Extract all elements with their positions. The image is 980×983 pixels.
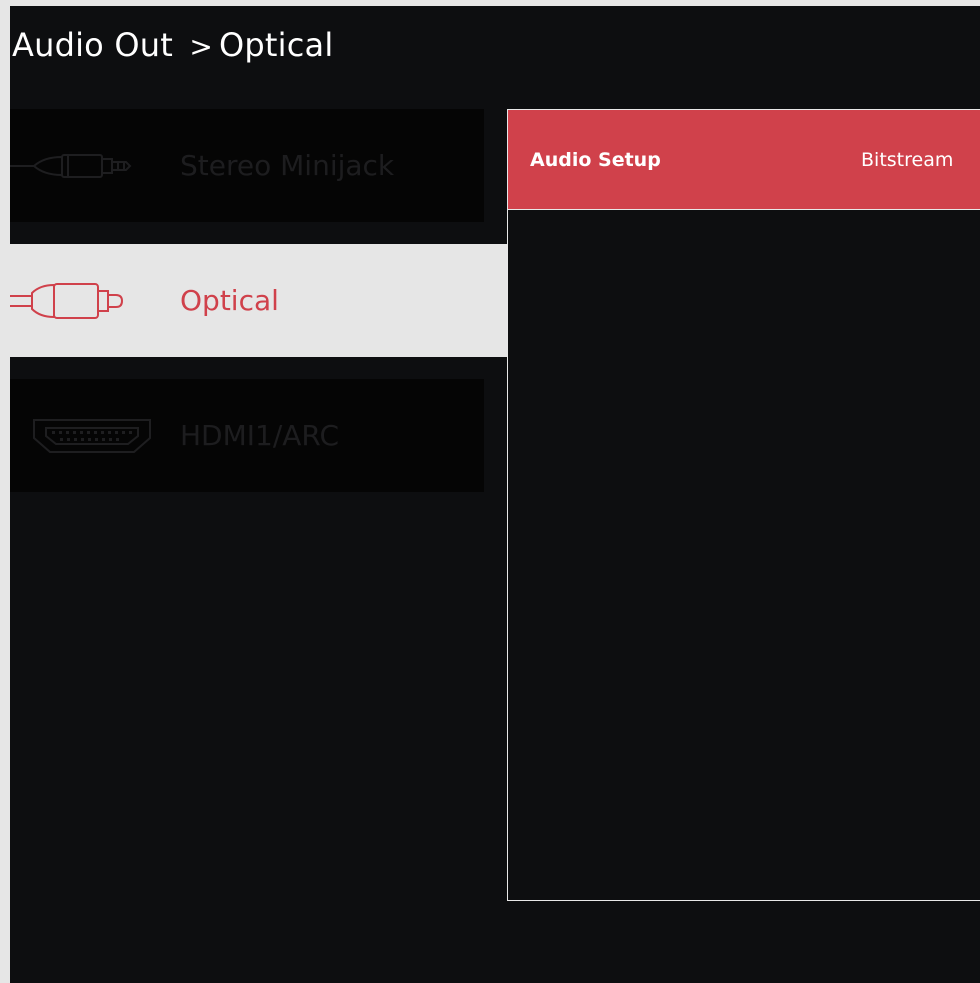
audio-out-screen: Audio Out > Optical Stereo Minijack Opti…: [10, 6, 980, 983]
breadcrumb: Audio Out > Optical: [12, 26, 333, 64]
output-item-hdmi-arc[interactable]: HDMI1/ARC: [10, 379, 484, 492]
minijack-connector-icon: [10, 136, 160, 196]
output-label-hdmi-arc: HDMI1/ARC: [180, 419, 340, 452]
audio-settings-panel: Audio Setup Bitstream: [507, 109, 980, 901]
setting-name-audio-setup: Audio Setup: [530, 148, 661, 171]
setting-row-audio-setup[interactable]: Audio Setup Bitstream: [508, 110, 980, 210]
breadcrumb-section: Audio Out: [12, 26, 173, 64]
hdmi-connector-icon: [10, 406, 180, 466]
output-item-optical[interactable]: Optical: [10, 244, 507, 357]
output-label-stereo-minijack: Stereo Minijack: [180, 149, 395, 182]
breadcrumb-current: Optical: [219, 26, 334, 64]
output-item-stereo-minijack[interactable]: Stereo Minijack: [10, 109, 484, 222]
breadcrumb-separator: >: [189, 30, 213, 63]
setting-value-audio-setup: Bitstream: [861, 148, 954, 171]
output-label-optical: Optical: [180, 284, 279, 317]
optical-connector-icon: [10, 271, 160, 331]
